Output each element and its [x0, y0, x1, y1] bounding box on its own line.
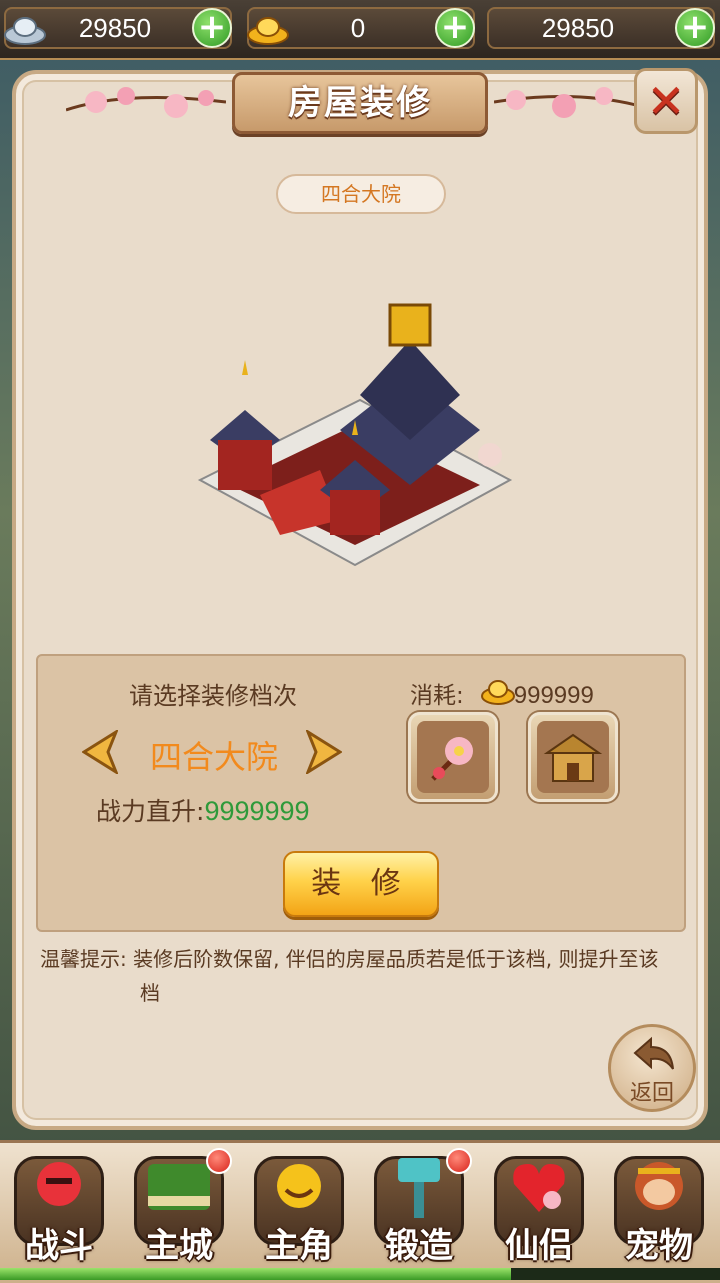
third-currency: 29850 +: [487, 7, 715, 49]
pet-monkey-icon: [635, 1162, 683, 1210]
power-value: 9999999: [204, 796, 310, 826]
material-slot-1[interactable]: [408, 712, 498, 802]
tip-line-2: 档: [140, 981, 160, 1005]
main-city-icon: [148, 1164, 210, 1210]
nav-main-city[interactable]: 主城: [120, 1146, 238, 1268]
nav-forge[interactable]: 锻造: [360, 1146, 478, 1268]
resource-bar: 29850 + 0 + 29850 +: [0, 0, 720, 60]
cost-label: 消耗:: [410, 683, 464, 709]
panel-title-banner: 房屋装修: [232, 72, 488, 134]
hero-icon: [277, 1164, 321, 1208]
silver-currency: 29850 +: [4, 7, 232, 49]
add-silver-button[interactable]: +: [192, 8, 232, 48]
previous-tier-arrow-icon[interactable]: [82, 730, 118, 774]
notification-badge: [206, 1148, 232, 1174]
blossom-right-decoration: [494, 87, 654, 118]
nav-label: 主角: [265, 1226, 333, 1266]
selected-tier-name: 四合大院: [149, 738, 278, 776]
tip-line-1: 温馨提示: 装修后阶数保留, 伴侣的房屋品质若是低于该档, 则提升至该: [40, 947, 659, 971]
nav-label: 宠物: [625, 1226, 693, 1266]
gold-ingot-icon: [247, 17, 289, 45]
nav-label: 锻造: [385, 1226, 453, 1266]
tip-text: 温馨提示: 装修后阶数保留, 伴侣的房屋品质若是低于该档, 则提升至该 档: [40, 942, 690, 1010]
power-boost: 战力直升:9999999: [96, 792, 310, 828]
add-gold-button[interactable]: +: [435, 8, 475, 48]
nav-label: 主城: [145, 1226, 213, 1266]
back-arrow-icon: [633, 1036, 674, 1070]
add-third-button[interactable]: +: [675, 8, 715, 48]
forge-hammer-icon: [398, 1158, 440, 1218]
gold-amount: 0: [350, 13, 366, 43]
gold-currency: 0 +: [247, 7, 475, 49]
experience-progress-fill: [0, 1268, 512, 1280]
panel-title: 房屋装修: [288, 83, 432, 123]
nav-label: 仙侣: [505, 1226, 573, 1266]
house-courtyard-image: [197, 303, 513, 567]
back-label: 返回: [629, 1081, 674, 1106]
blossom-left-decoration: [66, 87, 226, 118]
third-amount: 29850: [541, 13, 615, 43]
power-label: 战力直升:: [96, 797, 205, 826]
nav-partner[interactable]: 仙侣: [480, 1146, 598, 1268]
silver-ingot-icon: [4, 17, 46, 45]
cost-value: 999999: [513, 682, 594, 709]
next-tier-arrow-icon[interactable]: [306, 730, 342, 774]
notification-badge: [446, 1148, 472, 1174]
experience-progress-bar: [0, 1268, 720, 1280]
silver-amount: 29850: [78, 13, 152, 43]
material-slot-2[interactable]: [528, 712, 618, 802]
nav-label: 战斗: [25, 1226, 93, 1266]
house-item-icon: [543, 733, 603, 782]
close-icon: ✕: [646, 74, 686, 128]
peach-blossom-item-icon: [431, 737, 473, 781]
battle-icon: [37, 1162, 81, 1206]
house-name-label: 四合大院: [276, 174, 446, 214]
select-tier-prompt: 请选择装修档次: [129, 682, 297, 710]
partner-heart-icon: [513, 1164, 565, 1212]
close-button[interactable]: ✕: [634, 68, 698, 134]
nav-hero[interactable]: 主角: [240, 1146, 358, 1268]
nav-pet[interactable]: 宠物: [600, 1146, 718, 1268]
nav-battle[interactable]: 战斗: [0, 1146, 118, 1268]
gold-ingot-cost-icon: [481, 680, 515, 705]
back-button[interactable]: 返回: [608, 1024, 696, 1112]
decorate-button[interactable]: 装 修: [283, 851, 439, 917]
